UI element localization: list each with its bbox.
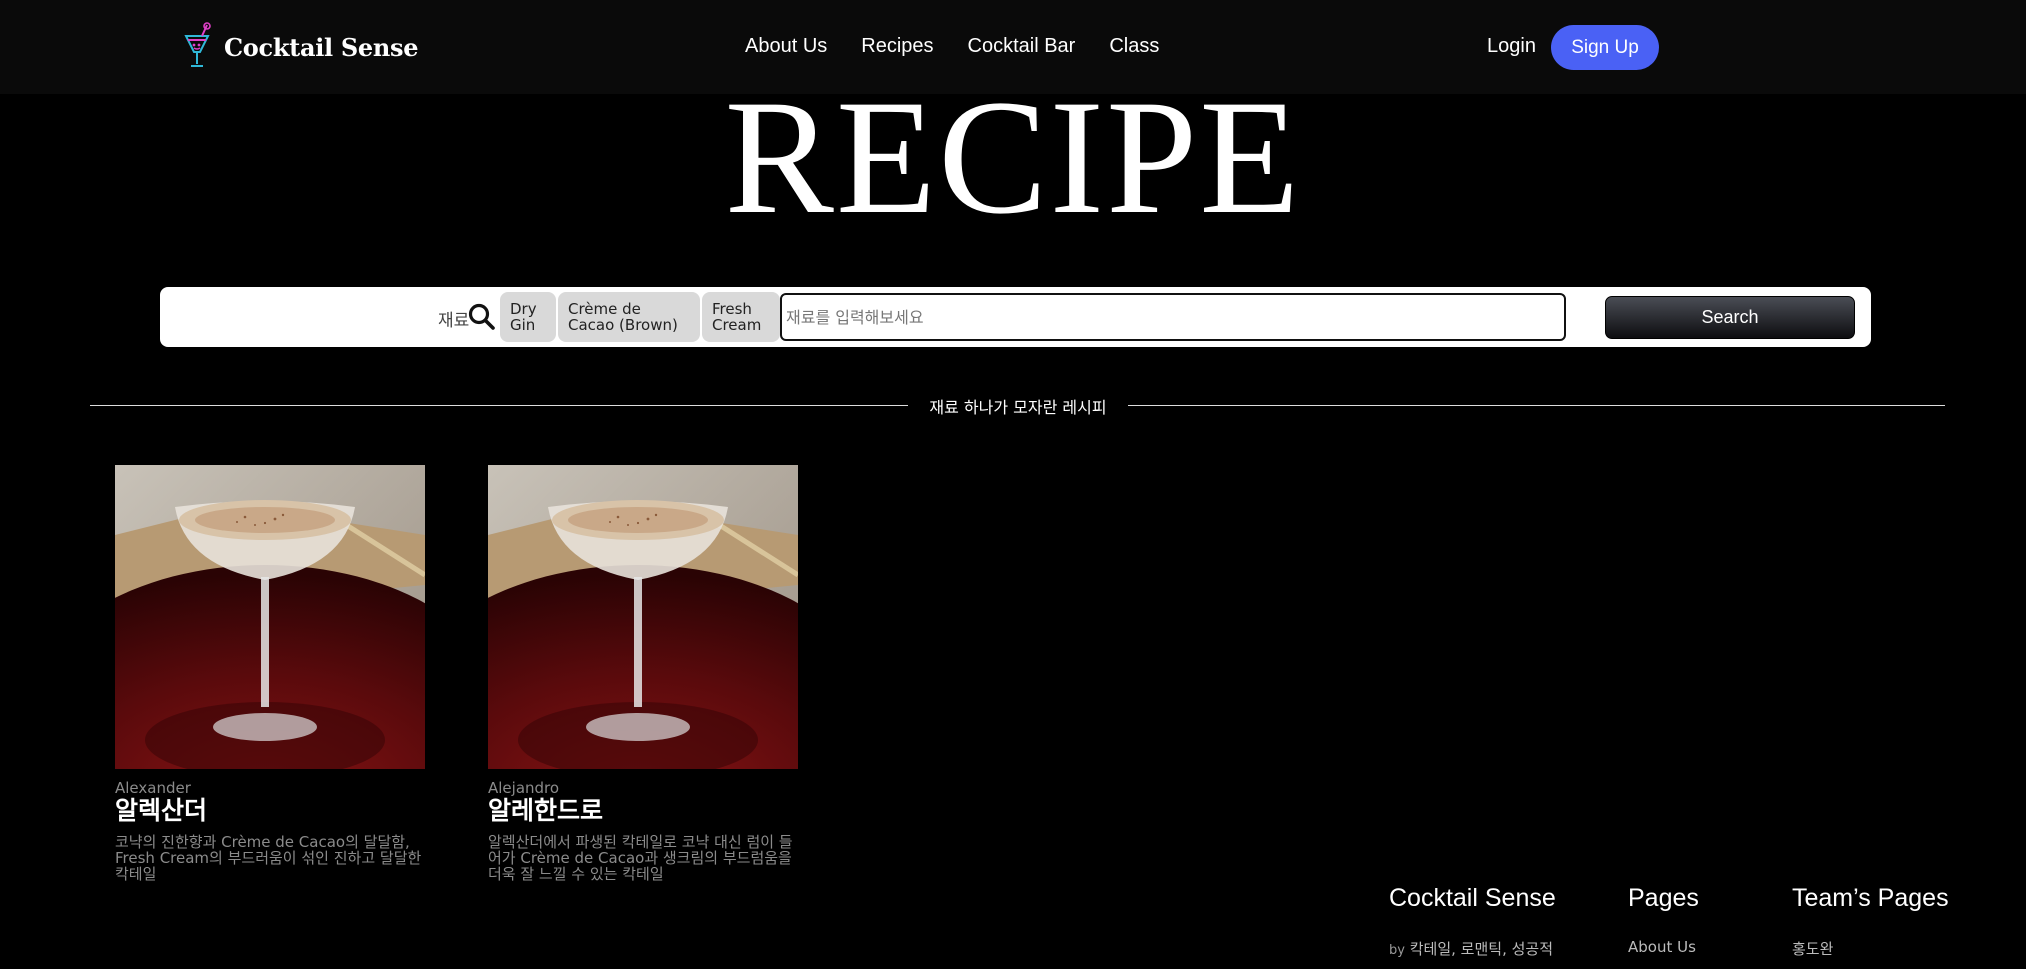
footer-authors: by 칵테일, 로맨틱, 성공적 [1389, 938, 1553, 959]
cocktail-glass-icon [184, 22, 211, 67]
nav-cocktail-bar[interactable]: Cocktail Bar [968, 35, 1076, 58]
ingredient-chip[interactable]: Crème de Cacao (Brown) [558, 292, 700, 342]
footer-link-about-us[interactable]: About Us [1628, 938, 1696, 956]
nav-recipes[interactable]: Recipes [861, 35, 933, 58]
recipe-name-en: Alejandro [488, 779, 560, 797]
footer-pages-title: Pages [1628, 884, 1699, 912]
ingredient-input[interactable] [780, 293, 1566, 341]
footer-team-title: Team’s Pages [1792, 884, 1949, 912]
signup-button[interactable]: Sign Up [1551, 25, 1659, 70]
ingredient-chip[interactable]: Dry Gin [500, 292, 556, 342]
brand-name: Cocktail Sense [224, 32, 419, 62]
footer-brand-column: Cocktail Sense by 칵테일, 로맨틱, 성공적 [1389, 884, 1556, 958]
footer-team-column: Team’s Pages 홍도완 [1792, 884, 1949, 958]
recipe-card[interactable]: Alejandro 알레한드로 알렉산더에서 파생된 칵테일로 코냑 대신 럼이… [488, 465, 798, 882]
ingredient-chip[interactable]: Fresh Cream [702, 292, 780, 342]
select-value: 재료 [438, 311, 470, 331]
login-link[interactable]: Login [1487, 35, 1536, 58]
page-title: RECIPE [724, 67, 1302, 248]
brand-logo[interactable]: Cocktail Sense [182, 22, 419, 72]
nav-class[interactable]: Class [1109, 35, 1159, 58]
section-title: 재료 하나가 모자란 레시피 [929, 398, 1107, 417]
footer-team-member[interactable]: 홍도완 [1792, 938, 1833, 959]
recipe-description: 알렉산더에서 파생된 칵테일로 코냑 대신 럼이 들어가 Crème de Ca… [488, 833, 793, 883]
main-nav: About Us Recipes Cocktail Bar Class [745, 35, 1159, 58]
recipe-description: 코냑의 진한향과 Crème de Cacao의 달달함, Fresh Crea… [115, 833, 422, 883]
search-icon[interactable] [468, 302, 496, 332]
divider-right [1128, 405, 1945, 406]
recipe-name-ko: 알렉산더 [115, 796, 208, 825]
recipe-name-ko: 알레한드로 [488, 796, 604, 825]
footer-authors-list: 칵테일, 로맨틱, 성공적 [1409, 940, 1554, 958]
footer-by-label: by [1389, 943, 1405, 958]
recipe-image[interactable] [488, 465, 798, 769]
divider-left [90, 405, 908, 406]
recipe-image[interactable] [115, 465, 425, 769]
footer-brand-title: Cocktail Sense [1389, 884, 1556, 912]
footer-pages-column: Pages About Us [1628, 884, 1699, 956]
recipe-name-en: Alexander [115, 779, 191, 797]
recipe-card[interactable]: Alexander 알렉산더 코냑의 진한향과 Crème de Cacao의 … [115, 465, 425, 882]
search-button[interactable]: Search [1605, 296, 1855, 339]
nav-about-us[interactable]: About Us [745, 35, 827, 58]
ingredient-search-bar: 재료 ⌄ Dry Gin Crème de Cacao (Brown) Fres… [160, 287, 1871, 347]
